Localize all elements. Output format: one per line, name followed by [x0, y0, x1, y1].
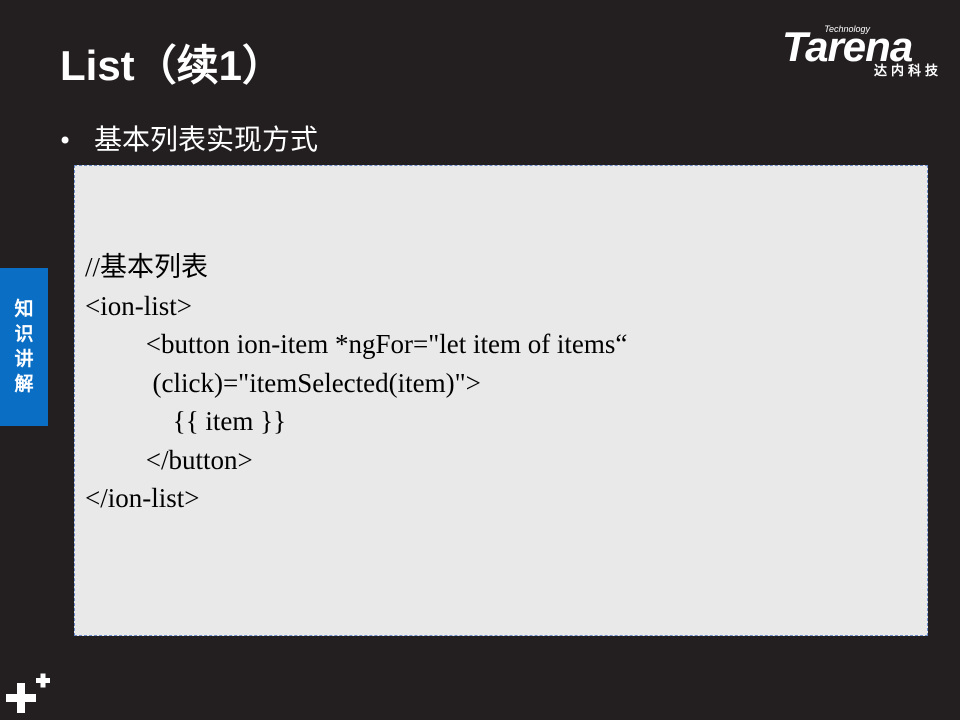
- code-line: </button>: [85, 444, 253, 475]
- side-tab-char: 识: [14, 323, 34, 345]
- tarena-logo: Technology Tarena 达内科技: [782, 22, 944, 82]
- slide-title: List（续1）: [60, 42, 285, 89]
- logo-wordmark: Tarena: [782, 23, 913, 70]
- bullet-item: • 基本列表实现方式: [58, 120, 318, 161]
- code-line: //基本列表: [85, 252, 209, 282]
- code-line: {{ item }}: [85, 406, 287, 436]
- code-box: //基本列表 <ion-list> <button ion-item *ngFo…: [74, 165, 928, 636]
- logo-chinese-text: 达内科技: [873, 64, 942, 79]
- code-line: (click)="itemSelected(item)">: [85, 367, 481, 398]
- code-line: <button ion-item *ngFor="let item of ite…: [85, 329, 628, 359]
- side-tab-char: 知: [14, 298, 34, 320]
- side-tab-char: 解: [14, 373, 34, 395]
- code-line: <ion-list>: [85, 290, 192, 321]
- side-tab-knowledge: 知 识 讲 解: [0, 268, 48, 426]
- bullet-dot-icon: •: [58, 127, 73, 155]
- code-block: //基本列表 <ion-list> <button ion-item *ngFo…: [85, 248, 627, 518]
- code-line: </ion-list>: [85, 483, 200, 513]
- bullet-text: 基本列表实现方式: [94, 123, 319, 156]
- plus-icon: [6, 673, 50, 713]
- side-tab-char: 讲: [14, 348, 34, 370]
